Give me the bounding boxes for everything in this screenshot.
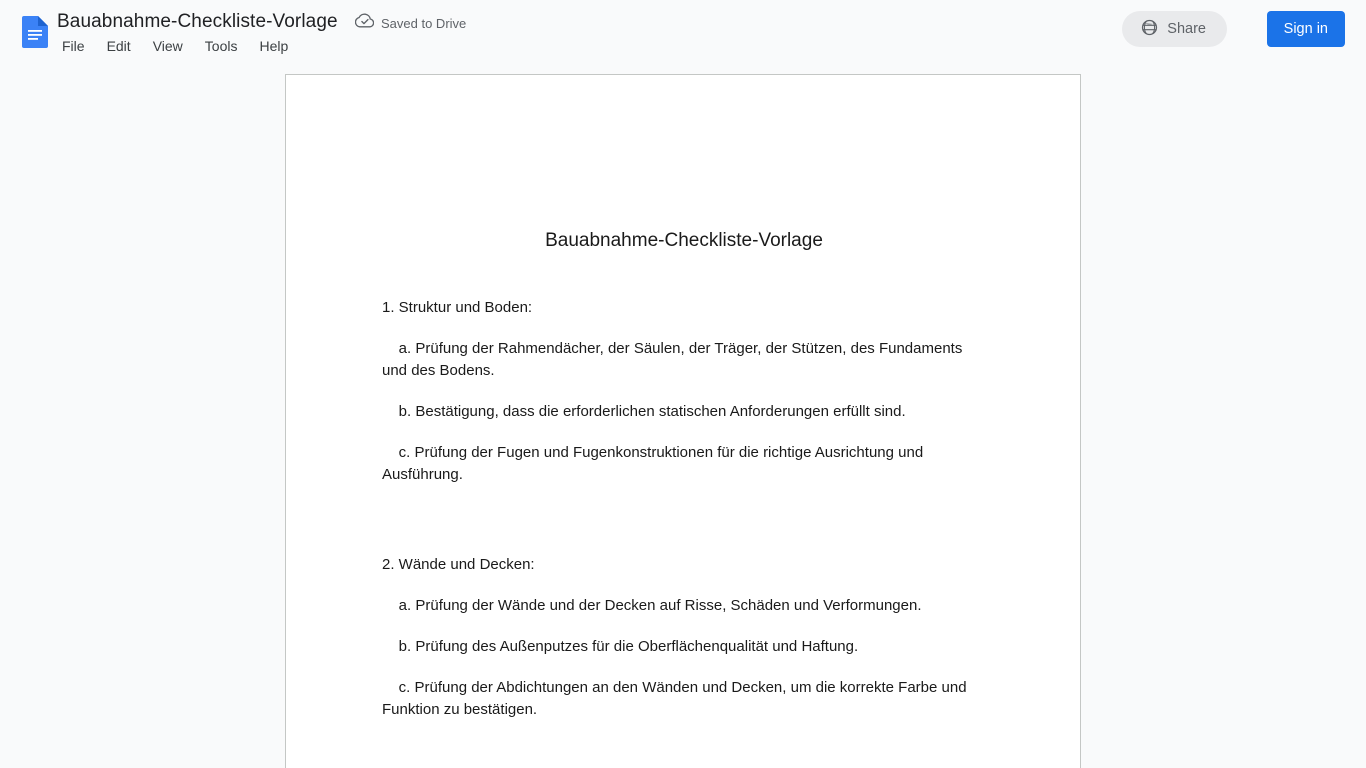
document-list-item: b. Bestätigung, dass die erforderlichen … bbox=[382, 403, 906, 420]
menu-item-file[interactable]: File bbox=[57, 36, 96, 57]
document-heading: Bauabnahme-Checkliste-Vorlage bbox=[545, 230, 823, 251]
menu-bar: File Edit View Tools Help bbox=[57, 36, 299, 57]
document-body[interactable]: Bauabnahme-Checkliste-Vorlage 1. Struktu… bbox=[382, 75, 986, 768]
document-list-item: a. Prüfung der Rahmendächer, der Säulen,… bbox=[382, 340, 967, 379]
document-section-heading: 2. Wände und Decken: bbox=[382, 556, 535, 573]
document-list-item: c. Prüfung der Fugen und Fugenkonstrukti… bbox=[382, 444, 927, 483]
share-button[interactable]: Share bbox=[1122, 11, 1227, 47]
menu-item-tools[interactable]: Tools bbox=[194, 36, 249, 57]
document-section-heading: 1. Struktur und Boden: bbox=[382, 299, 533, 316]
share-button-label: Share bbox=[1167, 21, 1206, 37]
globe-icon bbox=[1141, 19, 1158, 39]
menu-item-view[interactable]: View bbox=[142, 36, 194, 57]
document-page[interactable]: Bauabnahme-Checkliste-Vorlage 1. Struktu… bbox=[285, 74, 1081, 768]
document-list-item: b. Prüfung des Außenputzes für die Oberf… bbox=[382, 638, 859, 655]
app-header: Bauabnahme-Checkliste-Vorlage Saved to D… bbox=[0, 0, 1366, 60]
save-status-label: Saved to Drive bbox=[381, 15, 467, 31]
document-list-item: a. Prüfung der Wände und der Decken auf … bbox=[382, 597, 922, 614]
document-title[interactable]: Bauabnahme-Checkliste-Vorlage bbox=[57, 9, 338, 34]
document-list-item: c. Prüfung der Abdichtungen an den Wände… bbox=[382, 679, 971, 718]
sign-in-button[interactable]: Sign in bbox=[1266, 11, 1345, 47]
save-status[interactable]: Saved to Drive bbox=[354, 13, 467, 33]
menu-item-edit[interactable]: Edit bbox=[96, 36, 142, 57]
document-paragraph-list: 1. Struktur und Boden: a. Prüfung der Ra… bbox=[382, 297, 986, 768]
google-docs-icon[interactable] bbox=[22, 16, 48, 48]
cloud-done-icon bbox=[354, 13, 375, 33]
document-canvas[interactable]: Bauabnahme-Checkliste-Vorlage 1. Struktu… bbox=[0, 60, 1366, 768]
menu-item-help[interactable]: Help bbox=[248, 36, 299, 57]
